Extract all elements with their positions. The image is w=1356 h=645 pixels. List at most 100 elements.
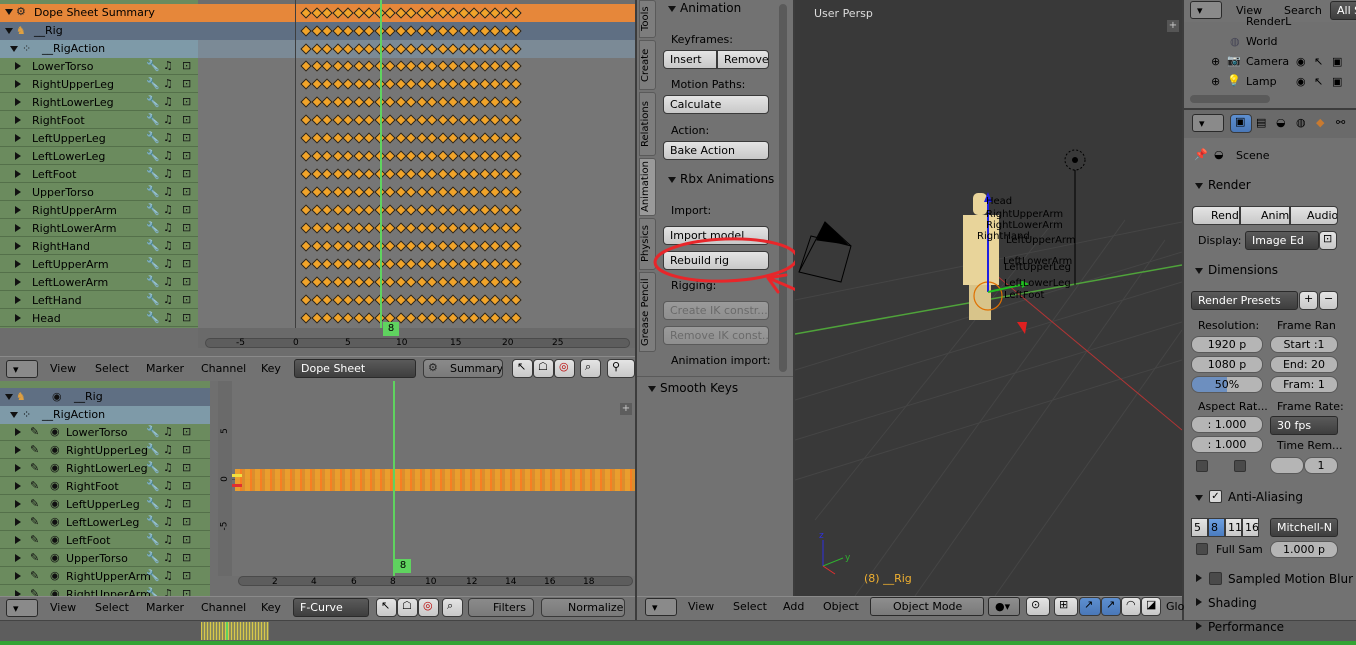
- lock-icon[interactable]: ⊡: [182, 131, 191, 144]
- frame-rate-select[interactable]: 30 fps: [1270, 416, 1338, 435]
- outliner-item[interactable]: Lamp: [1246, 75, 1277, 88]
- wrench-icon[interactable]: 🔧: [146, 497, 160, 510]
- smooth-keys-panel[interactable]: [637, 376, 793, 596]
- render-tab-icon[interactable]: ▣: [1230, 114, 1252, 133]
- lock-icon[interactable]: ⊡: [182, 149, 191, 162]
- wrench-icon[interactable]: 🔧: [146, 95, 160, 108]
- render-icon[interactable]: ▣: [1332, 75, 1342, 88]
- graph-channel-row[interactable]: ✎ ◉ RightUpperLeg 🔧 ♫ ⊡: [0, 442, 210, 459]
- expand-triangle-icon[interactable]: [15, 296, 21, 304]
- expand-triangle-icon[interactable]: [15, 116, 21, 124]
- graph-channel-row[interactable]: ✎ ◉ LeftLowerLeg 🔧 ♫ ⊡: [0, 514, 210, 531]
- channel-row[interactable]: LeftLowerArm 🔧 ♫ ⊡: [0, 274, 198, 291]
- channel-row[interactable]: LeftUpperLeg 🔧 ♫ ⊡: [0, 130, 198, 147]
- wrench-icon[interactable]: 🔧: [146, 257, 160, 270]
- wrench-icon[interactable]: 🔧: [146, 149, 160, 162]
- lock-icon[interactable]: ⊡: [182, 221, 191, 234]
- speaker-icon[interactable]: ♫: [163, 131, 173, 144]
- lock-icon[interactable]: ⊡: [182, 461, 191, 474]
- speaker-icon[interactable]: ♫: [163, 461, 173, 474]
- speaker-icon[interactable]: ♫: [163, 149, 173, 162]
- expand-triangle-icon[interactable]: [15, 536, 21, 544]
- lock-icon[interactable]: ⊡: [182, 551, 191, 564]
- graph-channel-row[interactable]: ✎ ◉ UpperTorso 🔧 ♫ ⊡: [0, 550, 210, 567]
- zoom-icon[interactable]: ⌕: [442, 598, 463, 617]
- lock-icon[interactable]: ⊡: [182, 587, 191, 596]
- outliner-scrollbar[interactable]: [1190, 95, 1270, 103]
- cursor-tool-button[interactable]: ↖: [376, 598, 397, 617]
- menu-key[interactable]: Key: [261, 601, 281, 614]
- menu-object[interactable]: Object: [823, 600, 859, 613]
- collapse-triangle-icon[interactable]: [5, 9, 13, 15]
- channel-row[interactable]: RightUpperArm 🔧 ♫ ⊡: [0, 202, 198, 219]
- pin-icon[interactable]: ✎: [30, 587, 39, 596]
- speaker-icon[interactable]: ♫: [163, 497, 173, 510]
- wrench-icon[interactable]: 🔧: [146, 311, 160, 324]
- speaker-icon[interactable]: ♫: [163, 257, 173, 270]
- remove-preset-button[interactable]: −: [1319, 291, 1338, 310]
- frame-step-field[interactable]: Fram: 1: [1270, 376, 1338, 393]
- panel-collapse-icon[interactable]: [668, 177, 676, 183]
- tab-relations[interactable]: Relations: [639, 92, 656, 156]
- mode-select[interactable]: Dope Sheet: [294, 359, 416, 378]
- speaker-icon[interactable]: ♫: [163, 59, 173, 72]
- lock-icon[interactable]: ⊡: [182, 569, 191, 582]
- time-remap-old-field[interactable]: [1270, 457, 1304, 474]
- tab-tools[interactable]: Tools: [639, 0, 656, 38]
- frame-end-field[interactable]: End: 20: [1270, 356, 1338, 373]
- dopesheet-scrollbar[interactable]: [205, 338, 630, 348]
- expand-triangle-icon[interactable]: [15, 446, 21, 454]
- menu-marker[interactable]: Marker: [146, 362, 184, 375]
- expand-triangle-icon[interactable]: [15, 314, 21, 322]
- object-mode-select[interactable]: Object Mode: [870, 597, 984, 616]
- speaker-icon[interactable]: ♫: [163, 551, 173, 564]
- wrench-icon[interactable]: 🔧: [146, 515, 160, 528]
- scale-button[interactable]: ◪: [1141, 597, 1161, 616]
- wrench-icon[interactable]: 🔧: [146, 239, 160, 252]
- pin-icon[interactable]: ✎: [30, 515, 39, 528]
- lock-icon[interactable]: ⊡: [182, 533, 191, 546]
- wrench-icon[interactable]: 🔧: [146, 587, 160, 596]
- expand-triangle-icon[interactable]: [15, 278, 21, 286]
- remove-keyframe-button[interactable]: Remove: [717, 50, 769, 69]
- eye-icon[interactable]: ◉: [50, 569, 60, 582]
- lock-icon[interactable]: ⊡: [182, 77, 191, 90]
- eye-icon[interactable]: ◉: [50, 425, 60, 438]
- speaker-icon[interactable]: ♫: [163, 443, 173, 456]
- pin-icon[interactable]: ✎: [30, 425, 39, 438]
- rig-expand-icon[interactable]: [5, 28, 13, 34]
- expand-triangle-icon[interactable]: [15, 98, 21, 106]
- panel-collapse-icon[interactable]: [1195, 495, 1203, 501]
- wrench-icon[interactable]: 🔧: [146, 77, 160, 90]
- render-button[interactable]: Rende: [1192, 206, 1240, 225]
- object-tab-icon[interactable]: ◆: [1316, 116, 1324, 129]
- wrench-icon[interactable]: 🔧: [146, 275, 160, 288]
- wrench-icon[interactable]: 🔧: [146, 203, 160, 216]
- motion-blur-checkbox[interactable]: [1209, 572, 1222, 585]
- outliner-item[interactable]: RenderL: [1246, 15, 1291, 28]
- lock-icon[interactable]: ⊡: [182, 311, 191, 324]
- speaker-icon[interactable]: ♫: [163, 515, 173, 528]
- menu-add[interactable]: Add: [783, 600, 804, 613]
- menu-key[interactable]: Key: [261, 362, 281, 375]
- speaker-icon[interactable]: ♫: [163, 293, 173, 306]
- render-presets-select[interactable]: Render Presets: [1191, 291, 1298, 310]
- panel-expand-icon[interactable]: [1196, 598, 1202, 606]
- wrench-icon[interactable]: 🔧: [146, 131, 160, 144]
- eye-icon[interactable]: ◉: [1296, 55, 1306, 68]
- full-sample-checkbox[interactable]: [1196, 543, 1208, 555]
- editor-type-button[interactable]: ▾: [6, 360, 38, 378]
- current-frame-badge[interactable]: 8: [383, 322, 399, 336]
- expand-plus-icon[interactable]: ⊕: [1211, 55, 1220, 68]
- speaker-icon[interactable]: ♫: [163, 425, 173, 438]
- channel-row[interactable]: LeftHand 🔧 ♫ ⊡: [0, 292, 198, 309]
- speaker-icon[interactable]: ♫: [163, 479, 173, 492]
- animation-button[interactable]: Anima: [1240, 206, 1290, 225]
- expand-triangle-icon[interactable]: [15, 152, 21, 160]
- resolution-x-field[interactable]: 1920 p: [1191, 336, 1263, 353]
- wrench-icon[interactable]: 🔧: [146, 425, 160, 438]
- channel-row[interactable]: RightHand 🔧 ♫ ⊡: [0, 238, 198, 255]
- cursor-tool-button[interactable]: ↖: [512, 359, 533, 378]
- aa-sample-option[interactable]: 16: [1242, 518, 1259, 537]
- properties-type-button[interactable]: ▾: [1192, 114, 1224, 132]
